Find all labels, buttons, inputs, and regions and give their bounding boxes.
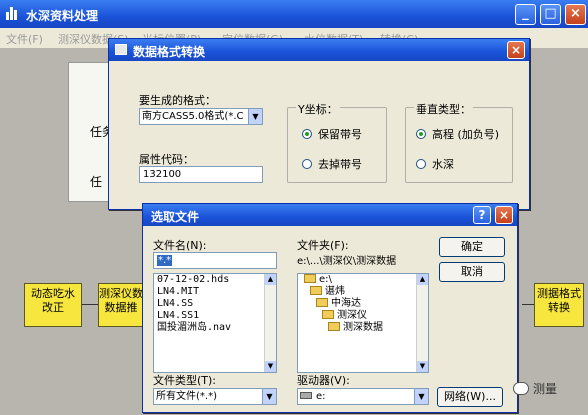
file-list-scrollbar[interactable]: ▲ ▼ bbox=[264, 274, 276, 372]
network-button[interactable]: 网络(W)... bbox=[437, 387, 503, 407]
format-dialog-titlebar: 数据格式转换 × bbox=[109, 39, 529, 61]
folder-item[interactable]: 测深仪 bbox=[298, 310, 428, 322]
watermark: 测量 bbox=[513, 380, 557, 397]
flow-arrow bbox=[82, 304, 98, 305]
minimize-button[interactable]: _ bbox=[515, 4, 536, 25]
main-titlebar: 水深资料处理 _ □ × bbox=[0, 0, 588, 28]
vertical-type-group-title: 垂直类型： bbox=[414, 101, 473, 117]
radio-water-depth[interactable]: 水深 bbox=[416, 156, 454, 172]
folder-item-label: 中海达 bbox=[331, 298, 361, 309]
scroll-down-icon[interactable]: ▼ bbox=[417, 361, 428, 372]
drive-icon bbox=[300, 392, 312, 399]
folder-label: 文件夹(F): bbox=[297, 239, 349, 252]
filename-input[interactable]: *.* bbox=[153, 252, 277, 269]
file-item[interactable]: 国投湄洲岛.nav bbox=[154, 322, 276, 334]
maximize-button[interactable]: □ bbox=[540, 4, 561, 25]
scroll-down-icon[interactable]: ▼ bbox=[265, 361, 276, 372]
open-folder-icon bbox=[328, 322, 340, 331]
folder-item[interactable]: e:\ bbox=[298, 274, 428, 286]
drive-label: 驱动器(V): bbox=[297, 374, 350, 387]
flow-box-line: 转换 bbox=[548, 301, 570, 314]
open-folder-icon bbox=[310, 286, 322, 295]
file-dialog-titlebar: 选取文件 ? × bbox=[143, 204, 517, 226]
file-item[interactable]: LN4.MIT bbox=[154, 286, 276, 298]
file-item[interactable]: 07-12-02.hds bbox=[154, 274, 276, 286]
radio-elevation[interactable]: 高程 (加负号) bbox=[416, 126, 499, 142]
open-folder-icon bbox=[316, 298, 328, 307]
filetype-select[interactable]: 所有文件(*.*) ▼ bbox=[153, 388, 277, 405]
folder-item-label: 谌炜 bbox=[325, 286, 345, 297]
vertical-type-group: 垂直类型： 高程 (加负号) 水深 bbox=[405, 101, 513, 183]
bg-task-label-2: 任 bbox=[90, 175, 103, 189]
chevron-down-icon[interactable]: ▼ bbox=[262, 389, 276, 404]
main-window-title: 水深资料处理 bbox=[26, 9, 99, 23]
y-coord-group: Y坐标： 保留带号 去掉带号 bbox=[287, 101, 387, 183]
filetype-value: 所有文件(*.*) bbox=[156, 391, 217, 402]
file-dialog-title: 选取文件 bbox=[151, 210, 200, 224]
attr-code-label: 属性代码： bbox=[139, 153, 194, 166]
radio-keep-zone-label: 保留带号 bbox=[318, 128, 362, 141]
app-bar-chart-icon bbox=[6, 7, 20, 20]
output-format-value: 南方CASS5.0格式(*.C bbox=[142, 111, 244, 122]
open-folder-icon bbox=[304, 274, 316, 283]
drive-select[interactable]: e: ▼ bbox=[297, 388, 429, 405]
scroll-up-icon[interactable]: ▲ bbox=[417, 274, 428, 285]
chevron-down-icon[interactable]: ▼ bbox=[248, 109, 262, 124]
flow-box-line: 动态吃水 bbox=[31, 287, 75, 300]
folder-item-label: e:\ bbox=[319, 274, 332, 285]
filetype-label: 文件类型(T): bbox=[153, 374, 217, 387]
format-convert-dialog: 数据格式转换 × 要生成的格式： 南方CASS5.0格式(*.C ▼ 属性代码：… bbox=[108, 38, 530, 210]
wechat-icon bbox=[513, 382, 529, 395]
main-close-button[interactable]: × bbox=[565, 4, 586, 25]
format-dialog-close-button[interactable]: × bbox=[507, 41, 525, 59]
file-item[interactable]: LN4.SS1 bbox=[154, 310, 276, 322]
ok-button[interactable]: 确定 bbox=[439, 237, 505, 257]
folder-tree-scrollbar[interactable]: ▲ ▼ bbox=[416, 274, 428, 372]
folder-item[interactable]: 中海达 bbox=[298, 298, 428, 310]
select-file-dialog: 选取文件 ? × 文件名(N): *.* 07-12-02.hds LN4.MI… bbox=[142, 203, 518, 413]
radio-remove-zone-label: 去掉带号 bbox=[318, 158, 362, 171]
flow-box-format-convert[interactable]: 测据格式 转换 bbox=[534, 283, 584, 327]
radio-remove-zone[interactable]: 去掉带号 bbox=[302, 156, 362, 172]
help-icon[interactable]: ? bbox=[473, 206, 491, 224]
filename-value: *.* bbox=[157, 255, 173, 266]
file-dialog-close-button[interactable]: × bbox=[495, 206, 513, 224]
flow-box-line: 测据格式 bbox=[537, 287, 581, 300]
menu-file[interactable]: 文件(F) bbox=[6, 31, 43, 47]
folder-tree[interactable]: e:\ 谌炜 中海达 测深仪 测深数据 ▲ ▼ bbox=[297, 273, 429, 373]
folder-item[interactable]: 谌炜 bbox=[298, 286, 428, 298]
folder-path: e:\...\测深仪\测深数据 bbox=[297, 256, 397, 267]
folder-item-label: 测深数据 bbox=[343, 322, 383, 333]
folder-item-label: 测深仪 bbox=[337, 310, 367, 321]
flow-box-line: 测深仪数 bbox=[99, 287, 143, 300]
file-list[interactable]: 07-12-02.hds LN4.MIT LN4.SS LN4.SS1 国投湄洲… bbox=[153, 273, 277, 373]
flow-arrow bbox=[522, 304, 534, 305]
radio-water-depth-label: 水深 bbox=[432, 158, 454, 171]
y-coord-group-title: Y坐标： bbox=[296, 101, 340, 117]
flow-box-line: 数据推 bbox=[104, 301, 138, 314]
file-item[interactable]: LN4.SS bbox=[154, 298, 276, 310]
format-dialog-title: 数据格式转换 bbox=[133, 45, 206, 59]
radio-elevation-label: 高程 (加负号) bbox=[432, 128, 500, 141]
flow-box-line: 改正 bbox=[42, 301, 64, 314]
open-folder-icon bbox=[322, 310, 334, 319]
flow-box-sounder-data[interactable]: 测深仪数 数据推 bbox=[98, 283, 144, 327]
drive-value: e: bbox=[316, 391, 326, 402]
scroll-up-icon[interactable]: ▲ bbox=[265, 274, 276, 285]
cancel-button[interactable]: 取消 bbox=[439, 262, 505, 282]
folder-item[interactable]: 测深数据 bbox=[298, 322, 428, 334]
watermark-text: 测量 bbox=[533, 382, 558, 396]
chevron-down-icon[interactable]: ▼ bbox=[414, 389, 428, 404]
radio-keep-zone[interactable]: 保留带号 bbox=[302, 126, 362, 142]
flow-box-dynamic-draft[interactable]: 动态吃水 改正 bbox=[24, 283, 82, 327]
attr-code-input[interactable]: 132100 bbox=[139, 166, 263, 183]
filename-label: 文件名(N): bbox=[153, 239, 207, 252]
window-icon bbox=[115, 44, 127, 55]
output-format-label: 要生成的格式： bbox=[139, 94, 216, 107]
output-format-select[interactable]: 南方CASS5.0格式(*.C ▼ bbox=[139, 108, 263, 125]
